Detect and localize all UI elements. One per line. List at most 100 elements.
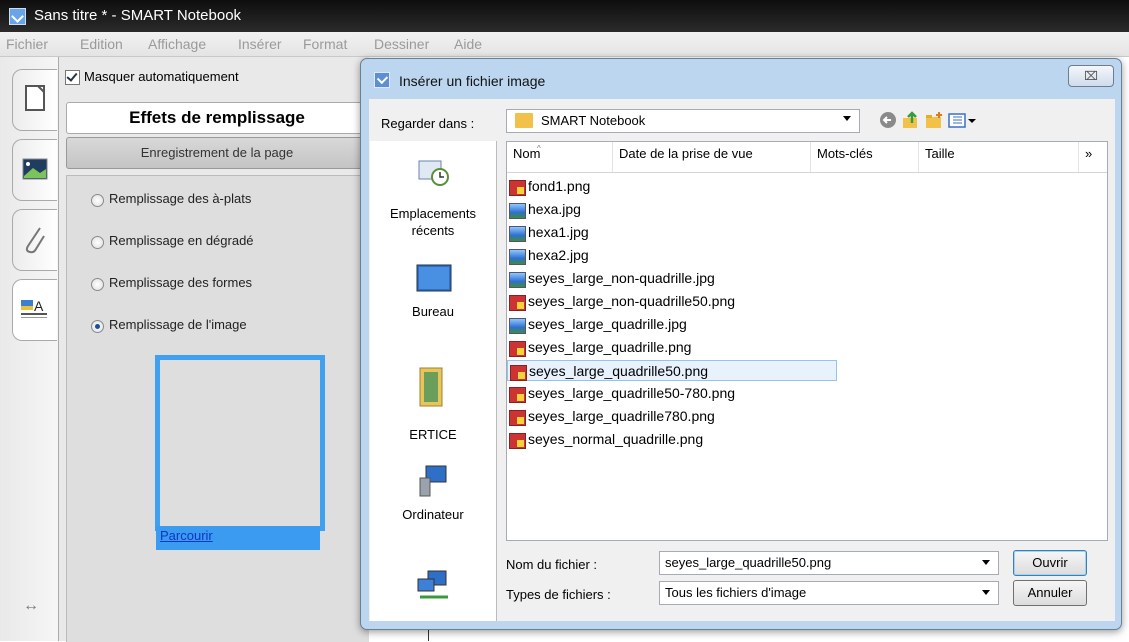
jpg-file-icon	[509, 249, 526, 265]
fill-effects-button[interactable]: Effets de remplissage	[66, 102, 368, 134]
radio-pattern-fill[interactable]	[91, 278, 104, 291]
insert-image-dialog: Insérer un fichier image ⌧ Regarder dans…	[360, 58, 1122, 630]
look-in-combo[interactable]: SMART Notebook	[506, 109, 860, 133]
jpg-file-icon	[509, 318, 526, 334]
paperclip-icon	[25, 227, 45, 254]
file-name: seyes_normal_quadrille.png	[528, 431, 704, 447]
file-row[interactable]: seyes_large_quadrille50-780.png	[507, 383, 807, 404]
places-bar: Emplacements récents Bureau ERTICE Ordin…	[370, 141, 497, 621]
tab-attachments[interactable]	[12, 209, 57, 271]
menu-item-inserer[interactable]: Insérer	[238, 36, 282, 52]
dialog-close-button[interactable]: ⌧	[1068, 65, 1114, 87]
up-folder-icon[interactable]	[902, 111, 920, 129]
window-title: Sans titre * - SMART Notebook	[34, 7, 242, 24]
dialog-title: Insérer un fichier image	[399, 73, 546, 89]
browse-link-box[interactable]: Parcourir	[156, 526, 320, 550]
file-name: seyes_large_quadrille780.png	[528, 408, 715, 424]
file-name: fond1.png	[528, 178, 591, 194]
file-row[interactable]: hexa2.jpg	[507, 245, 807, 266]
cancel-button[interactable]: Annuler	[1013, 580, 1087, 606]
side-tabs: A ↔	[0, 57, 60, 641]
menu-item-fichier[interactable]: Fichier	[6, 36, 48, 52]
png-file-icon	[509, 341, 526, 357]
jpg-file-icon	[509, 203, 526, 219]
page-recording-button[interactable]: Enregistrement de la page	[66, 137, 368, 169]
file-row[interactable]: seyes_large_non-quadrille.jpg	[507, 268, 807, 289]
column-header-name[interactable]: ^ Nom	[507, 142, 613, 172]
auto-hide-checkbox[interactable]	[65, 70, 80, 85]
place-recent[interactable]: Emplacements récents	[370, 141, 496, 238]
file-row[interactable]: seyes_large_quadrille780.png	[507, 406, 807, 427]
tab-gallery[interactable]	[12, 139, 57, 201]
menu-item-format[interactable]: Format	[303, 36, 347, 52]
place-desktop[interactable]: Bureau	[370, 251, 496, 341]
dialog-app-icon	[374, 72, 390, 88]
radio-solid-fill[interactable]	[91, 194, 104, 207]
new-folder-icon[interactable]	[925, 111, 943, 129]
file-name: hexa1.jpg	[528, 224, 589, 240]
file-name: seyes_large_quadrille.png	[528, 339, 692, 355]
chevron-down-icon	[982, 590, 990, 595]
file-list: ^ Nom Date de la prise de vue Mots-clés …	[506, 141, 1108, 541]
menu-item-aide[interactable]: Aide	[454, 36, 482, 52]
image-fill-label: Remplissage de l'image	[109, 317, 247, 332]
dialog-body: Regarder dans : SMART Notebook Emplaceme…	[369, 99, 1115, 621]
file-row[interactable]: hexa1.jpg	[507, 222, 807, 243]
place-ertice[interactable]: ERTICE	[370, 356, 496, 456]
browse-link[interactable]: Parcourir	[160, 528, 213, 543]
png-file-icon	[510, 365, 527, 381]
file-row[interactable]: fond1.png	[507, 176, 807, 197]
svg-text:A: A	[34, 298, 44, 314]
menu-item-dessiner[interactable]: Dessiner	[374, 36, 429, 52]
file-row[interactable]: hexa.jpg	[507, 199, 807, 220]
filetype-value: Tous les fichiers d'image	[665, 585, 807, 600]
title-bar: Sans titre * - SMART Notebook	[0, 0, 1129, 32]
file-name: seyes_large_quadrille.jpg	[528, 316, 687, 332]
column-header-size[interactable]: Taille	[919, 142, 1079, 172]
look-in-value: SMART Notebook	[541, 113, 646, 128]
gallery-icon	[22, 158, 48, 180]
look-in-label: Regarder dans :	[381, 116, 475, 131]
filetype-select[interactable]: Tous les fichiers d'image	[659, 581, 999, 605]
place-recent-label: Emplacements récents	[390, 206, 476, 238]
png-file-icon	[509, 410, 526, 426]
file-row[interactable]: seyes_normal_quadrille.png	[507, 429, 807, 450]
recent-places-icon	[418, 160, 449, 186]
menu-item-affichage[interactable]: Affichage	[148, 36, 206, 52]
menu-item-edition[interactable]: Edition	[80, 36, 123, 52]
sort-arrow-icon: ^	[537, 144, 541, 153]
radio-gradient-fill[interactable]	[91, 236, 104, 249]
filename-label: Nom du fichier :	[506, 557, 598, 572]
place-computer[interactable]: Ordinateur	[370, 456, 496, 546]
network-icon	[417, 570, 448, 599]
column-overflow-chevron[interactable]: »	[1079, 142, 1107, 172]
file-name: hexa2.jpg	[528, 247, 589, 263]
file-name: seyes_large_non-quadrille.jpg	[528, 270, 715, 286]
file-name: seyes_large_non-quadrille50.png	[528, 293, 736, 309]
filename-field[interactable]: seyes_large_quadrille50.png	[659, 551, 999, 575]
page-sorter-icon	[25, 85, 45, 111]
radio-image-fill[interactable]	[91, 320, 104, 333]
view-menu-icon[interactable]	[948, 111, 978, 129]
file-row[interactable]: seyes_large_quadrille50.png	[507, 360, 837, 381]
column-header-keywords[interactable]: Mots-clés	[811, 142, 919, 172]
resize-arrows-icon[interactable]: ↔	[23, 597, 39, 615]
filetype-label: Types de fichiers :	[506, 587, 611, 602]
back-icon[interactable]	[879, 111, 897, 129]
jpg-file-icon	[509, 226, 526, 242]
folder-icon	[515, 113, 533, 128]
place-network[interactable]	[370, 561, 496, 621]
file-row[interactable]: seyes_large_quadrille.jpg	[507, 314, 807, 335]
chevron-down-icon	[982, 560, 990, 565]
place-desktop-label: Bureau	[412, 304, 454, 319]
file-row[interactable]: seyes_large_quadrille.png	[507, 337, 807, 358]
file-list-header: ^ Nom Date de la prise de vue Mots-clés …	[507, 142, 1107, 173]
jpg-file-icon	[509, 272, 526, 288]
open-button[interactable]: Ouvrir	[1013, 550, 1087, 576]
tab-page-sorter[interactable]	[12, 69, 57, 131]
place-computer-label: Ordinateur	[402, 507, 464, 522]
tab-properties[interactable]: A	[12, 279, 57, 341]
image-preview	[155, 355, 325, 531]
file-row[interactable]: seyes_large_non-quadrille50.png	[507, 291, 807, 312]
column-header-date[interactable]: Date de la prise de vue	[613, 142, 811, 172]
